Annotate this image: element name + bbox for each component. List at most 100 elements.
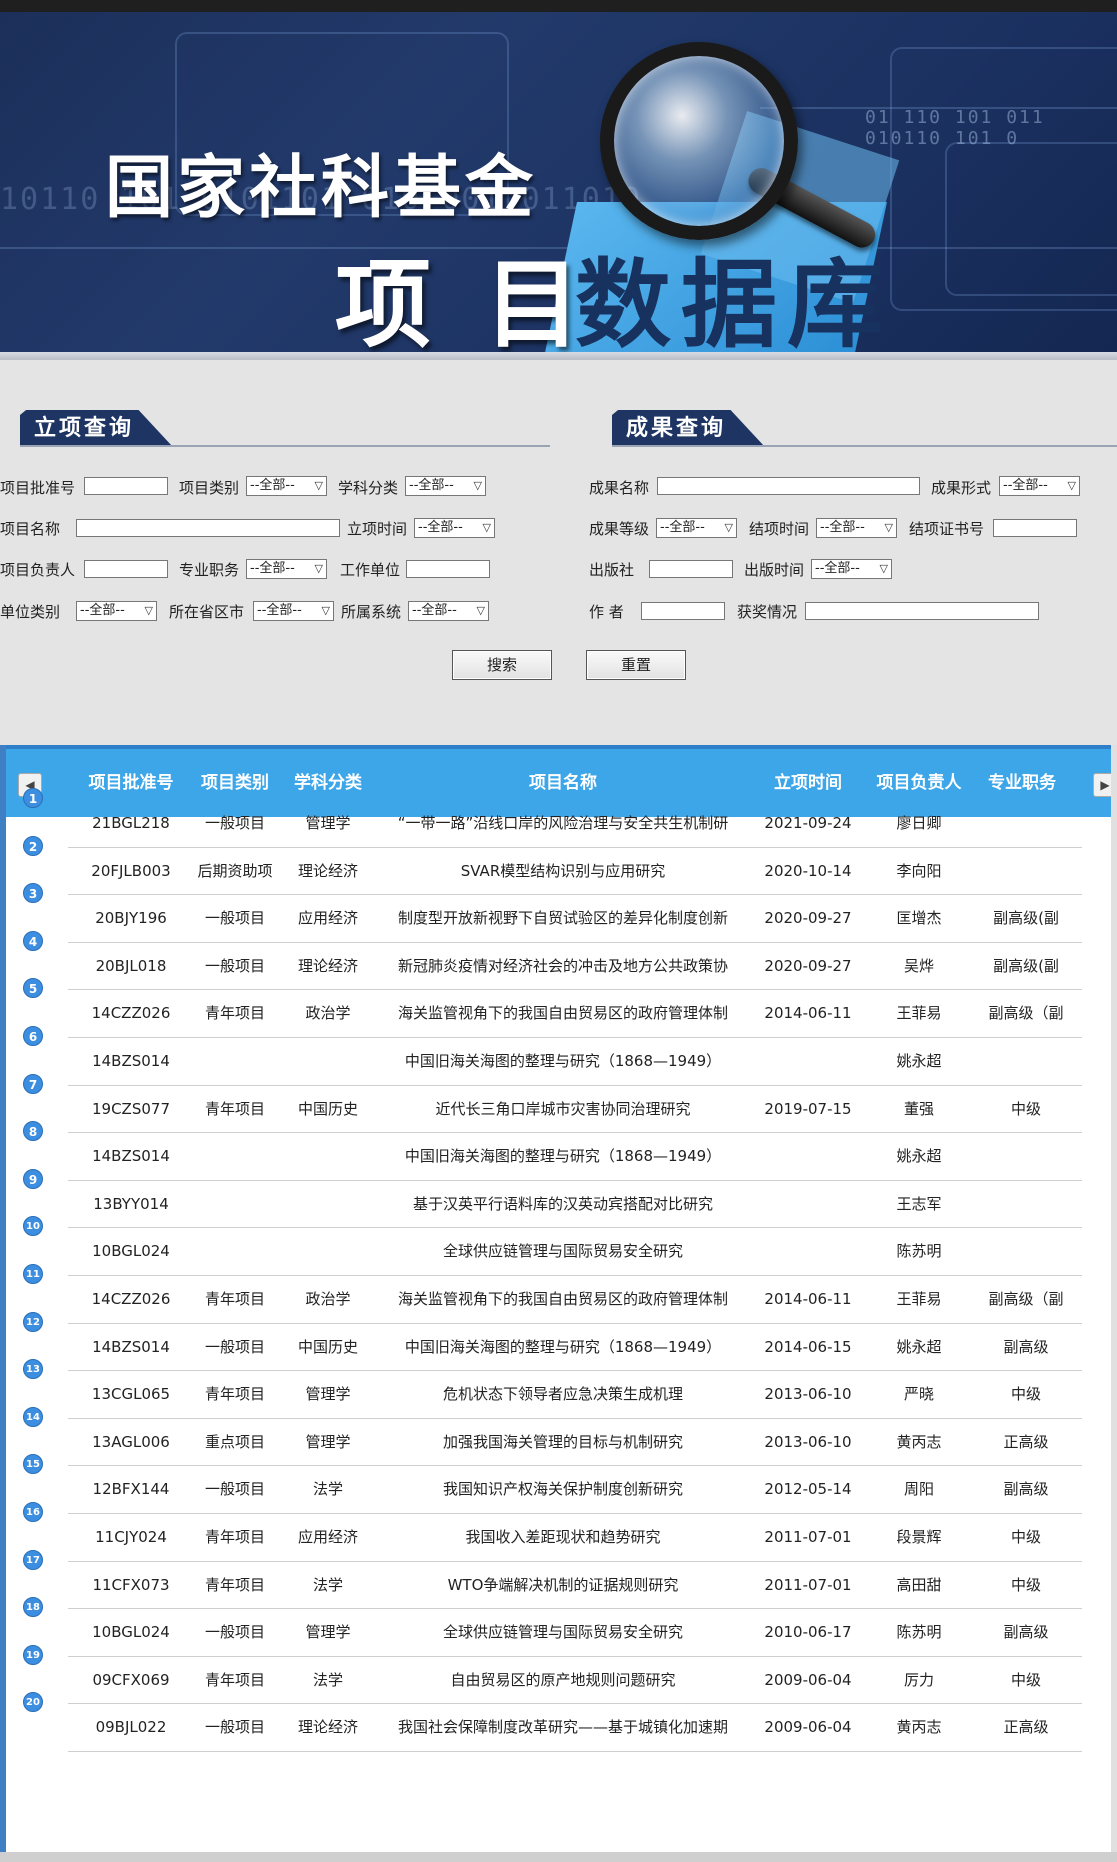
cell-date: 2020-09-27 xyxy=(764,909,852,928)
cell-date: 2014-06-15 xyxy=(764,1337,852,1356)
cert-no-label: 结项证书号 xyxy=(909,520,985,538)
row-number-badge: 15 xyxy=(23,1454,43,1475)
row-number-badge: 10 xyxy=(23,1216,43,1237)
lixiang-heading: 立项查询 xyxy=(20,410,550,447)
chengguo-heading: 成果查询 xyxy=(612,410,1117,447)
table-row[interactable]: 11CJY024 青年项目 应用经济 我国收入差距现状和趋势研究 2011-07-01 段… xyxy=(68,1514,1082,1562)
row-number-badge: 14 xyxy=(23,1406,43,1427)
unit-type-label: 单位类别 xyxy=(0,603,61,621)
award-input[interactable] xyxy=(805,602,1039,620)
table-row[interactable]: 10BGL024 一般项目 管理学 全球供应链管理与国际贸易安全研究 2010-06-1… xyxy=(68,1609,1082,1657)
row-number-badge: 19 xyxy=(23,1644,43,1665)
province-select[interactable]: --全部-- ▽ xyxy=(253,601,334,621)
table-row[interactable]: 21BGL218 一般项目 管理学 “一带一路”沿线口岸的风险治理与安全共生机制研 20… xyxy=(68,800,1082,848)
cell-name[interactable]: 自由贸易区的原产地规则问题研究 xyxy=(374,1657,752,1704)
table-row[interactable]: 20FJLB003 后期资助项 理论经济 SVAR模型结构识别与应用研究 2020-10… xyxy=(68,848,1082,896)
cell-name[interactable]: 中国旧海关海图的整理与研究（1868—1949） xyxy=(374,1324,752,1371)
cell-subject: 政治学 xyxy=(305,1004,351,1023)
cell-no: 10BGL024 xyxy=(92,1623,170,1642)
cell-name[interactable]: 危机状态下领导者应急决策生成机理 xyxy=(374,1371,752,1418)
unit-type-select[interactable]: --全部-- ▽ xyxy=(76,601,157,621)
cell-name[interactable]: 新冠肺炎疫情对经济社会的冲击及地方公共政策协 xyxy=(374,943,752,990)
row-number-badge: 8 xyxy=(23,1121,43,1142)
cell-date: 2010-06-17 xyxy=(764,1623,852,1642)
cell-name[interactable]: 我国知识产权海关保护制度创新研究 xyxy=(374,1466,752,1513)
cell-subject xyxy=(282,1228,374,1275)
pub-time-label: 出版时间 xyxy=(744,561,805,579)
cell-no: 21BGL218 xyxy=(92,814,170,832)
table-row[interactable]: 14CZZ026 青年项目 政治学 海关监管视角下的我国自由贸易区的政府管理体制 201… xyxy=(68,990,1082,1038)
cell-name[interactable]: 加强我国海关管理的目标与机制研究 xyxy=(374,1419,752,1466)
project-name-input[interactable] xyxy=(76,519,340,537)
result-level-select[interactable]: --全部-- ▽ xyxy=(656,518,737,538)
reset-button[interactable]: 重置 xyxy=(586,650,686,680)
row-number-badge: 11 xyxy=(23,1264,43,1284)
end-time-select[interactable]: --全部-- ▽ xyxy=(816,518,897,538)
cell-name[interactable]: 我国社会保障制度改革研究——基于城镇化加速期 xyxy=(374,1704,752,1751)
cell-name[interactable]: 中国旧海关海图的整理与研究（1868—1949） xyxy=(374,1038,752,1085)
cell-name[interactable]: 全球供应链管理与国际贸易安全研究 xyxy=(374,1609,752,1656)
result-form-select[interactable]: --全部-- ▽ xyxy=(999,476,1080,496)
chevron-down-icon: ▽ xyxy=(321,604,330,617)
cell-no: 13CGL065 xyxy=(91,1385,171,1404)
title-select[interactable]: --全部-- ▽ xyxy=(246,559,327,579)
approval-no-input[interactable] xyxy=(84,477,168,495)
cell-date: 2013-06-10 xyxy=(764,1432,852,1451)
cell-name[interactable]: 基于汉英平行语料库的汉英动宾搭配对比研究 xyxy=(374,1181,752,1228)
title-label: 专业职务 xyxy=(179,561,240,579)
cell-name[interactable]: SVAR模型结构识别与应用研究 xyxy=(374,848,752,895)
search-button[interactable]: 搜索 xyxy=(452,650,552,680)
cell-subject: 政治学 xyxy=(305,1290,351,1308)
cell-type: 一般项目 xyxy=(204,1718,265,1737)
table-row[interactable]: 20BJL018 一般项目 理论经济 新冠肺炎疫情对经济社会的冲击及地方公共政策协 20… xyxy=(68,943,1082,991)
project-type-value: --全部-- xyxy=(250,478,295,493)
publisher-input[interactable] xyxy=(649,560,733,578)
table-row[interactable]: 12BFX144 一般项目 法学 我国知识产权海关保护制度创新研究 2012-05-14… xyxy=(68,1466,1082,1514)
table-row[interactable]: 13BYY014 基于汉英平行语料库的汉英动宾搭配对比研究 王志军 xyxy=(68,1181,1082,1229)
cell-title xyxy=(970,1133,1082,1180)
approval-time-select[interactable]: --全部-- ▽ xyxy=(414,518,495,538)
cell-name[interactable]: 制度型开放新视野下自贸试验区的差异化制度创新 xyxy=(374,895,752,942)
row-number-badge: 20 xyxy=(23,1692,43,1713)
chevron-down-icon: ▽ xyxy=(144,604,153,617)
pub-time-select[interactable]: --全部-- ▽ xyxy=(811,559,892,579)
cell-name[interactable]: “一带一路”沿线口岸的风险治理与安全共生机制研 xyxy=(374,800,752,847)
system-select[interactable]: --全部-- ▽ xyxy=(408,601,489,621)
cell-name[interactable]: 全球供应链管理与国际贸易安全研究 xyxy=(374,1228,752,1275)
table-row[interactable]: 14BZS014 中国旧海关海图的整理与研究（1868—1949） 姚永超 xyxy=(68,1038,1082,1086)
cert-no-input[interactable] xyxy=(993,519,1077,537)
cell-title: 正高级 xyxy=(1003,1432,1049,1451)
cell-name[interactable]: WTO争端解决机制的证据规则研究 xyxy=(374,1562,752,1609)
table-row[interactable]: 13CGL065 青年项目 管理学 危机状态下领导者应急决策生成机理 2013-06-1… xyxy=(68,1371,1082,1419)
cell-date: 2014-06-11 xyxy=(764,1290,852,1308)
cell-name[interactable]: 海关监管视角下的我国自由贸易区的政府管理体制 xyxy=(374,1276,752,1323)
table-row[interactable]: 14BZS014 中国旧海关海图的整理与研究（1868—1949） 姚永超 xyxy=(68,1133,1082,1181)
cell-name[interactable]: 海关监管视角下的我国自由贸易区的政府管理体制 xyxy=(374,990,752,1037)
cell-name[interactable]: 近代长三角口岸城市灾害协同治理研究 xyxy=(374,1086,752,1133)
cell-no: 09BJL022 xyxy=(95,1718,167,1737)
cell-name[interactable]: 中国旧海关海图的整理与研究（1868—1949） xyxy=(374,1133,752,1180)
cell-no: 11CFX073 xyxy=(92,1575,170,1594)
table-row[interactable]: 19CZS077 青年项目 中国历史 近代长三角口岸城市灾害协同治理研究 2019-07… xyxy=(68,1086,1082,1134)
table-row[interactable]: 11CFX073 青年项目 法学 WTO争端解决机制的证据规则研究 2011-07-01… xyxy=(68,1562,1082,1610)
result-name-input[interactable] xyxy=(657,477,920,495)
table-row[interactable]: 10BGL024 全球供应链管理与国际贸易安全研究 陈苏明 xyxy=(68,1228,1082,1276)
subject-select[interactable]: --全部-- ▽ xyxy=(405,476,486,496)
project-type-select[interactable]: --全部-- ▽ xyxy=(246,476,327,496)
table-row[interactable]: 09BJL022 一般项目 理论经济 我国社会保障制度改革研究——基于城镇化加速期 20… xyxy=(68,1704,1082,1752)
cell-name[interactable]: 我国收入差距现状和趋势研究 xyxy=(374,1514,752,1561)
leader-input[interactable] xyxy=(84,560,168,578)
leader-label: 项目负责人 xyxy=(0,561,76,579)
table-row[interactable]: 14CZZ026 青年项目 政治学 海关监管视角下的我国自由贸易区的政府管理体制 201… xyxy=(68,1276,1082,1324)
scrollbar[interactable] xyxy=(1111,745,1117,1852)
cell-leader: 王菲易 xyxy=(896,1004,942,1023)
table-row[interactable]: 14BZS014 一般项目 中国历史 中国旧海关海图的整理与研究（1868—1949）… xyxy=(68,1324,1082,1372)
work-unit-input[interactable] xyxy=(406,560,490,578)
chevron-down-icon: ▽ xyxy=(1067,479,1076,492)
table-row[interactable]: 20BJY196 一般项目 应用经济 制度型开放新视野下自贸试验区的差异化制度创新 20… xyxy=(68,895,1082,943)
table-row[interactable]: 09CFX069 青年项目 法学 自由贸易区的原产地规则问题研究 2009-06-04 厉… xyxy=(68,1657,1082,1705)
table-row[interactable]: 13AGL006 重点项目 管理学 加强我国海关管理的目标与机制研究 2013-06-1… xyxy=(68,1419,1082,1467)
cell-no: 20BJL018 xyxy=(95,956,167,975)
author-input[interactable] xyxy=(641,602,725,620)
cell-type xyxy=(188,1228,282,1275)
